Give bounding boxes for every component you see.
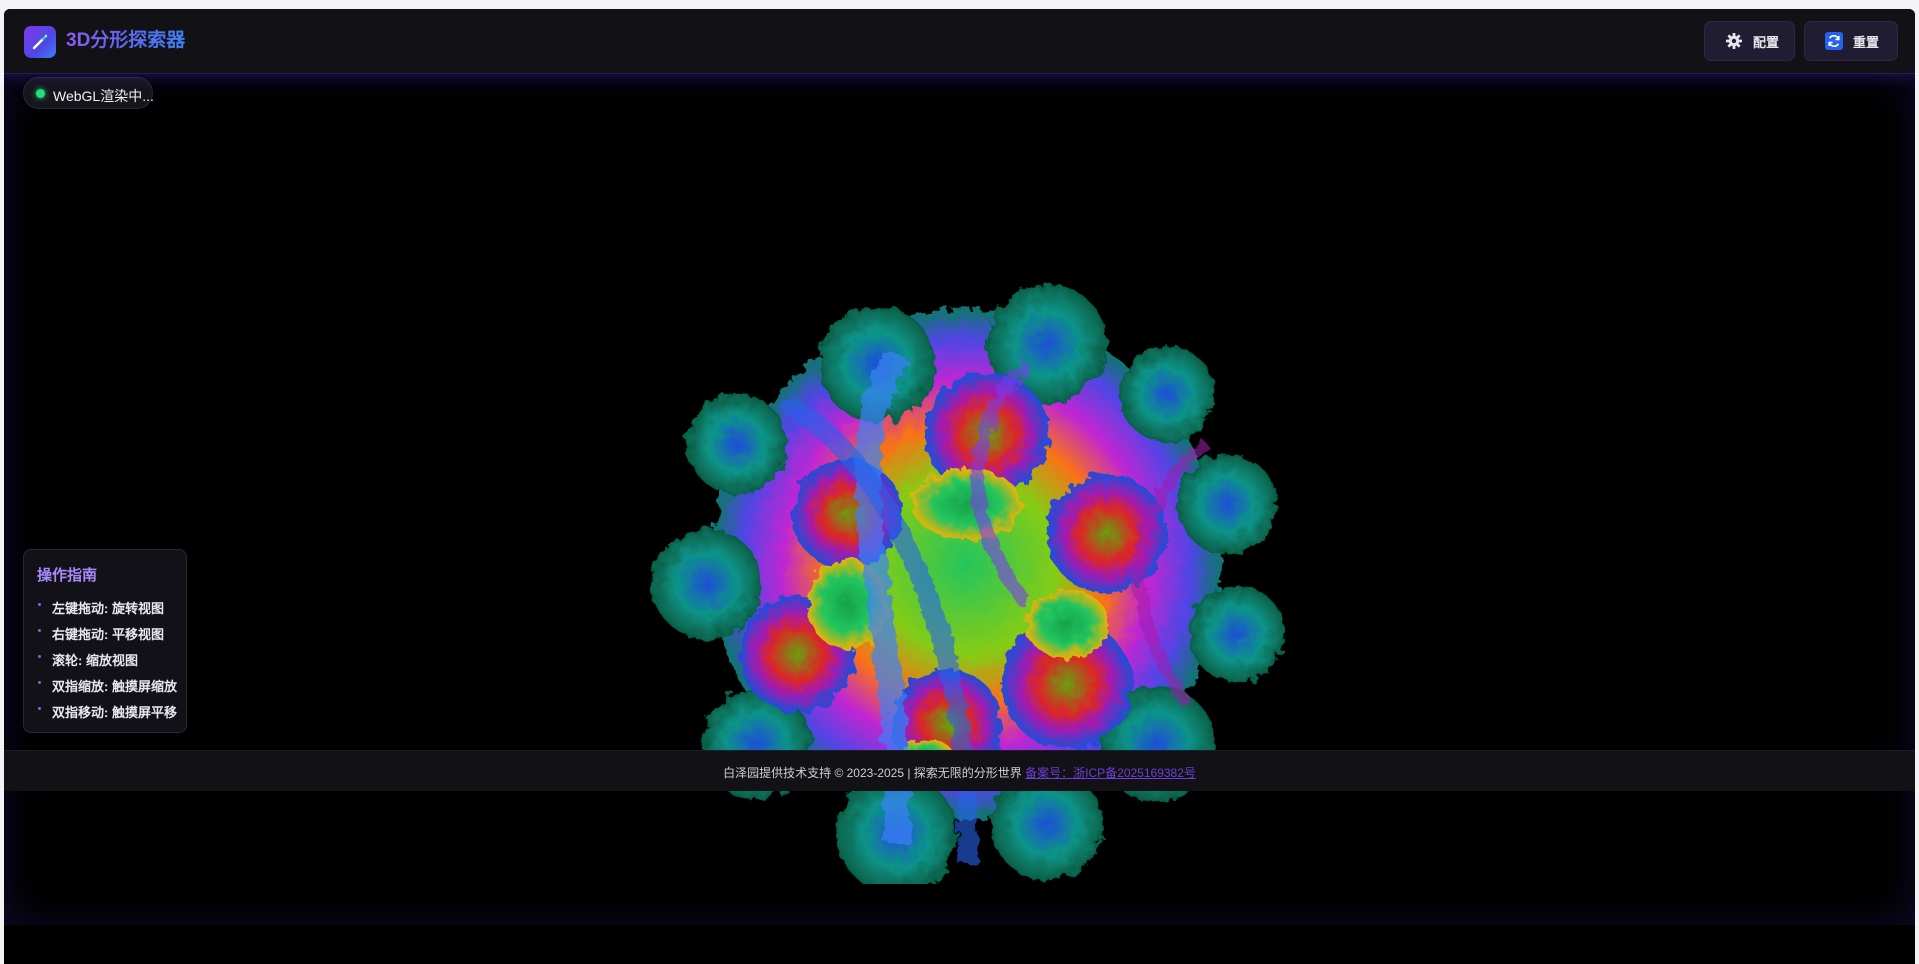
list-item: 右键拖动: 平移视图 [38,620,177,646]
bullet [38,602,41,606]
bullet [38,680,41,684]
icp-link[interactable]: 备案号：浙ICP备2025169382号 [1025,766,1196,780]
render-status: WebGL渲染中... [23,77,154,109]
app-title: 3D分形探索器 [66,30,186,51]
refresh-icon [1825,32,1843,50]
list-item: 左键拖动: 旋转视图 [38,594,177,620]
bullet [38,654,41,658]
status-dot [36,89,45,98]
footer: 白泽园提供技术支持 © 2023-2025 | 探索无限的分形世界 备案号：浙I… [4,750,1915,791]
config-button-label: 配置 [1753,34,1780,50]
webgl-canvas[interactable] [4,74,1915,925]
top-bar: 3D分形探索器 配置 重置 [4,9,1915,74]
footer-text: 白泽园提供技术支持 © 2023-2025 | 探索无限的分形世界 [723,766,1022,780]
wand-icon [32,34,48,50]
list-item: 双指缩放: 触摸屏缩放 [38,672,177,698]
bullet [38,628,41,632]
app-window: 3D分形探索器 配置 重置 WebGL渲染中... 操作指南 左键拖动: 旋转视… [4,9,1915,964]
status-text: WebGL渲染中... [53,88,154,104]
app-logo [24,26,56,58]
gear-icon [1725,32,1743,50]
reset-button-label: 重置 [1853,34,1880,50]
controls-guide: 操作指南 左键拖动: 旋转视图 右键拖动: 平移视图 滚轮: 缩放视图 双指缩放… [23,549,187,733]
bullet [38,706,41,710]
config-button[interactable]: 配置 [1704,21,1795,61]
guide-list: 左键拖动: 旋转视图 右键拖动: 平移视图 滚轮: 缩放视图 双指缩放: 触摸屏… [38,594,177,724]
reset-button[interactable]: 重置 [1804,21,1898,61]
list-item: 双指移动: 触摸屏平移 [38,698,177,724]
list-item: 滚轮: 缩放视图 [38,646,177,672]
guide-title: 操作指南 [37,567,98,584]
